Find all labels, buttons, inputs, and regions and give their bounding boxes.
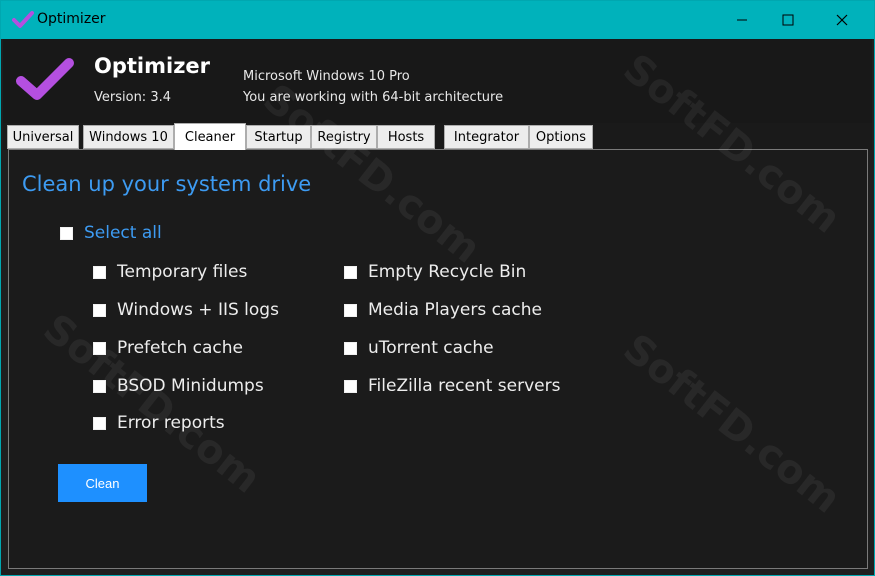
checkbox-label[interactable]: Prefetch cache [117,338,243,358]
checkbox-label[interactable]: Temporary files [117,262,247,282]
checkbox-box[interactable] [93,341,106,355]
tab-options[interactable]: Options [529,125,593,149]
tab-registry[interactable]: Registry [311,125,377,149]
bsod-minidumps-checkbox[interactable]: BSOD Minidumps [93,376,264,396]
app-header: Optimizer Version: 3.4 Microsoft Windows… [3,39,872,123]
checkbox-label[interactable]: FileZilla recent servers [368,376,560,396]
prefetch-cache-checkbox[interactable]: Prefetch cache [93,338,243,358]
temporary-files-checkbox[interactable]: Temporary files [93,262,247,282]
checkbox-label[interactable]: BSOD Minidumps [117,376,264,396]
windows-iis-logs-checkbox[interactable]: Windows + IIS logs [93,300,279,320]
tab-hosts[interactable]: Hosts [377,125,435,149]
tab-universal[interactable]: Universal [7,125,79,149]
media-players-cache-checkbox[interactable]: Media Players cache [344,300,542,320]
tab-integrator[interactable]: Integrator [444,125,529,149]
checkbox-box[interactable] [93,303,106,317]
select-all-checkbox[interactable]: Select all [60,223,162,243]
app-name: Optimizer [94,54,211,78]
title-bar[interactable]: Optimizer [1,1,874,39]
checkbox-box[interactable] [60,226,73,240]
cleaner-panel: Clean up your system drive Select all Te… [8,149,868,569]
checkbox-label[interactable]: uTorrent cache [368,338,494,358]
optimizer-window: Optimizer Optimizer Version: 3.4 Microso… [0,0,875,576]
os-name-label: Microsoft Windows 10 Pro [243,69,410,84]
checkbox-label[interactable]: Windows + IIS logs [117,300,279,320]
close-button[interactable] [819,1,865,39]
architecture-label: You are working with 64-bit architecture [243,90,504,105]
checkbox-box[interactable] [344,265,357,279]
checkbox-box[interactable] [93,416,106,430]
minimize-icon [737,19,747,21]
error-reports-checkbox[interactable]: Error reports [93,413,225,433]
tab-startup[interactable]: Startup [246,125,311,149]
checkmark-logo-icon [16,58,74,100]
select-all-label[interactable]: Select all [84,223,162,243]
checkbox-label[interactable]: Empty Recycle Bin [368,262,526,282]
cleaner-title: Clean up your system drive [22,172,312,196]
checkbox-box[interactable] [344,341,357,355]
checkbox-box[interactable] [93,265,106,279]
empty-recycle-bin-checkbox[interactable]: Empty Recycle Bin [344,262,526,282]
window-title: Optimizer [37,11,106,27]
close-icon [836,14,848,26]
version-label: Version: 3.4 [94,90,171,105]
minimize-button[interactable] [719,1,765,39]
clean-button[interactable]: Clean [58,464,147,502]
tab-strip: Universal Windows 10 Cleaner Startup Reg… [3,123,872,150]
utorrent-cache-checkbox[interactable]: uTorrent cache [344,338,494,358]
tab-windows-10[interactable]: Windows 10 [83,125,174,149]
checkmark-app-icon [12,11,34,28]
maximize-button[interactable] [765,1,811,39]
maximize-icon [782,14,794,26]
tab-cleaner[interactable]: Cleaner [174,123,246,150]
checkbox-label[interactable]: Media Players cache [368,300,542,320]
filezilla-recent-servers-checkbox[interactable]: FileZilla recent servers [344,376,560,396]
checkbox-label[interactable]: Error reports [117,413,225,433]
checkbox-box[interactable] [344,303,357,317]
checkbox-box[interactable] [344,379,357,393]
checkbox-box[interactable] [93,379,106,393]
